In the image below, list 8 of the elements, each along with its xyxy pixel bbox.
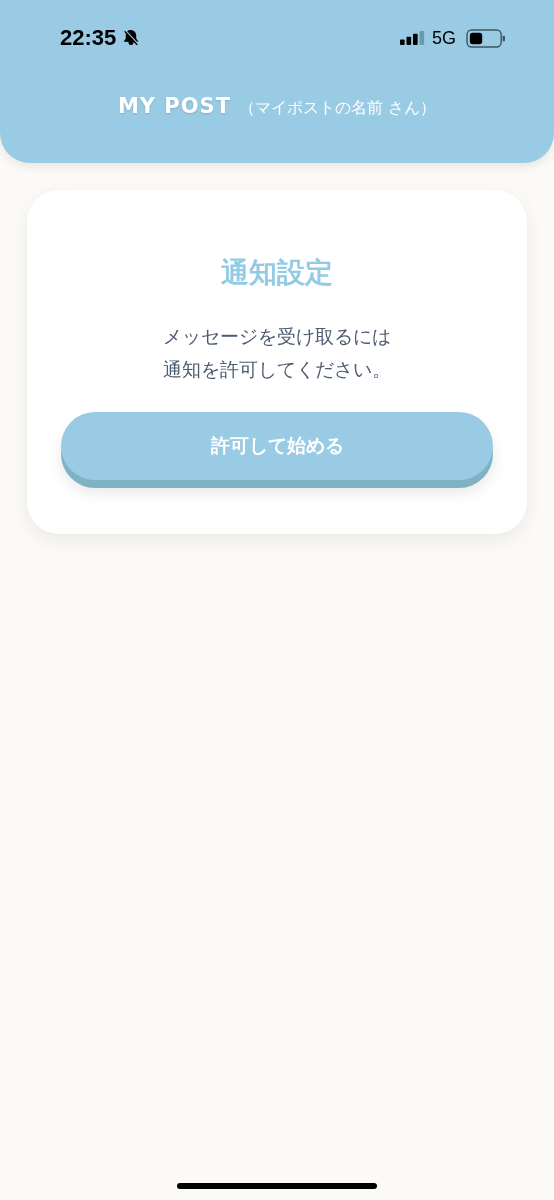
notification-message: メッセージを受け取るには 通知を許可してください。 (163, 324, 391, 382)
battery-icon (466, 28, 506, 48)
app-title: MY POST (117, 94, 231, 118)
status-time: 22:35 (60, 25, 117, 51)
signal-icon (400, 30, 426, 46)
user-name: （マイポストの名前 さん） (239, 98, 437, 119)
network-label: 5G (432, 27, 456, 49)
card-title: 通知設定 (221, 255, 333, 291)
